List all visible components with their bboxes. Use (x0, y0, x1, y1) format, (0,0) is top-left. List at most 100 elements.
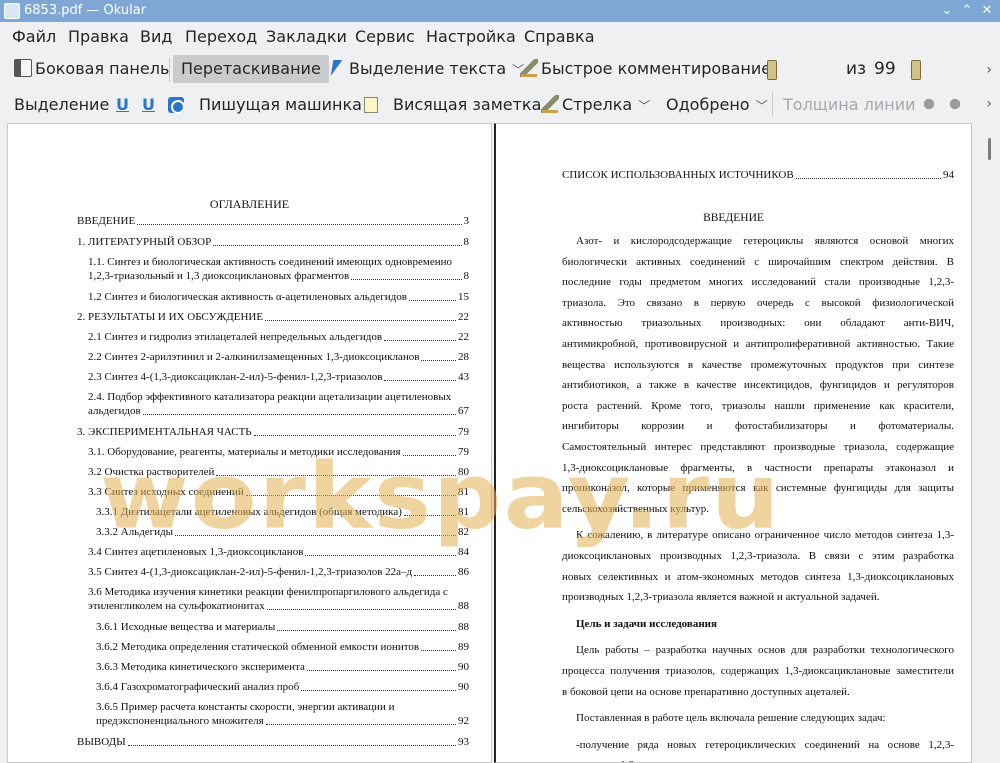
browse-tool-button[interactable]: Перетаскивание (173, 55, 329, 83)
toc-entry[interactable]: 3.3 Синтез исходных соединений 81 (88, 485, 469, 499)
menu-edit[interactable]: Правка (68, 27, 129, 47)
text-select-label: Выделение текста (349, 59, 507, 78)
title-bar: 6853.pdf — Okular ⌄ ⌃ ✕ (0, 0, 1000, 22)
intro-text-line: триазола. Это связано в первую очередь с… (562, 296, 954, 309)
toolbar-overflow-icon[interactable]: › (986, 62, 992, 78)
quick-annotation-button[interactable]: Быстрое комментирование (516, 55, 775, 83)
window-title: 6853.pdf — Okular (24, 3, 147, 18)
intro-text-line: биологически активных соединений с широч… (562, 255, 954, 268)
toc-entry-sources[interactable]: СПИСОК ИСПОЛЬЗОВАННЫХ ИСТОЧНИКОВ 94 (562, 168, 954, 182)
page-total-label: 99 (874, 59, 896, 79)
toc-entry[interactable]: 3.6.4 Газохроматографический анализ проб… (96, 680, 469, 694)
typewriter-button[interactable]: Пишущая машинка (195, 91, 366, 119)
toc-entry-line[interactable]: 3.6.5 Пример расчета константы скорости,… (96, 700, 394, 714)
toolbar-separator (772, 92, 773, 116)
toc-entry[interactable]: 3. ЭКСПЕРИМЕНТАЛЬНАЯ ЧАСТЬ 79 (77, 425, 469, 439)
squiggly-button[interactable]: U (138, 91, 159, 119)
intro-text-line: К сожалению, в литературе описано ограни… (576, 529, 954, 542)
squiggly-underline-icon: U (142, 95, 155, 114)
intro-text-line: диоксоциклановых производных 1,2,3-триаз… (562, 550, 954, 562)
toolbar-overflow-icon[interactable]: › (986, 96, 992, 112)
menu-view[interactable]: Вид (140, 27, 172, 47)
menu-bookmarks[interactable]: Закладки (266, 27, 347, 47)
pen-icon (520, 59, 538, 77)
toc-entry[interactable]: предэкспоненциального множителя 92 (96, 714, 469, 728)
menu-tools[interactable]: Сервис (355, 27, 415, 47)
quick-annotation-label: Быстрое комментирование (541, 59, 772, 78)
highlight-button[interactable]: Выделение (10, 91, 113, 119)
toc-entry[interactable]: 2.1 Синтез и гидролиз этилацеталей непре… (88, 330, 469, 344)
minimize-icon[interactable]: ⌄ (938, 2, 956, 20)
toc-entry[interactable]: 3.6.2 Методика определения статической о… (96, 640, 469, 654)
toc-entry[interactable]: 2.2 Синтез 2-арилэтинил и 2-алкинилзамещ… (88, 350, 469, 364)
stamp-button[interactable]: Одобрено ﹀ (662, 91, 772, 119)
intro-text-line: сельскохозяйственных культур. (562, 502, 709, 515)
document-view[interactable]: ОГЛАВЛЕНИЕ ВВЕДЕНИЕ 3 1. ЛИТЕРАТУРНЫЙ ОБЗ… (0, 120, 1000, 763)
intro-text-line: вещества используются в качестве промежу… (562, 358, 954, 371)
strikeout-button[interactable] (164, 91, 191, 119)
cursor-icon (328, 59, 346, 77)
next-page-icon[interactable] (911, 60, 921, 80)
toc-entry[interactable]: 3.5 Синтез 4-(1,3-диоксациклан-2-ил)-5-ф… (88, 565, 469, 579)
intro-text-line: -получение ряда новых гетероциклических … (576, 738, 954, 751)
intro-text-line: производных 1,2,3-триазола является важн… (562, 591, 880, 604)
chevron-down-icon: ﹀ (755, 99, 768, 113)
arrow-tool-label: Стрелка (562, 95, 633, 114)
intro-text-line: Поставленная в работе цель включала реше… (576, 712, 886, 725)
underline-button[interactable]: U (112, 91, 133, 119)
toc-entry[interactable]: 3.3.2 Альдегиды 82 (96, 525, 469, 539)
line-width-button[interactable]: Толщина линии (779, 91, 920, 119)
menu-bar: Файл Правка Вид Переход Закладки Сервис … (0, 22, 1000, 52)
intro-text-line: последние годы предметом многих исследов… (562, 276, 954, 289)
note-icon (364, 97, 378, 113)
menu-settings[interactable]: Настройка (426, 27, 516, 47)
toc-entry[interactable]: 1.2 Синтез и биологическая активность α-… (88, 290, 469, 304)
intro-text-line: активностью триазольных производных: они… (562, 317, 954, 330)
annotation-toolbar: Выделение U U Пишущая машинка Висящая за… (0, 88, 1000, 120)
note-button[interactable] (360, 91, 385, 119)
intro-text-line: пропиконазол, которые применяются как си… (562, 482, 954, 495)
paint-icon (920, 95, 938, 113)
close-icon[interactable]: ✕ (978, 2, 996, 20)
toc-entry-line[interactable]: 2.4. Подбор эффективного катализатора ре… (88, 390, 451, 404)
arrow-tool-button[interactable]: Стрелка ﹀ (537, 91, 654, 119)
vertical-scrollbar[interactable] (976, 120, 1000, 763)
fill-icon (946, 95, 964, 113)
toc-entry[interactable]: 3.3.1 Диэтилацетали ацетиленовых альдеги… (96, 505, 469, 519)
toc-entry[interactable]: 1. ЛИТЕРАТУРНЫЙ ОБЗОР 8 (77, 235, 469, 249)
toc-entry[interactable]: 3.4 Синтез ацетиленовых 1,3-диоксоциклан… (88, 545, 469, 559)
sticky-note-button[interactable]: Висящая заметка (389, 91, 545, 119)
toc-entry[interactable]: ВВЕДЕНИЕ 3 (77, 214, 469, 228)
toc-entry[interactable]: 3.6.3 Методика кинетического эксперимент… (96, 660, 469, 674)
toc-entry[interactable]: 2. РЕЗУЛЬТАТЫ И ИХ ОБСУЖДЕНИЕ 22 (77, 310, 469, 324)
toc-entry-line[interactable]: 3.6 Методика изучения кинетики реакции ф… (88, 585, 448, 599)
fill-button[interactable] (942, 91, 971, 119)
toc-entry[interactable]: 1,2,3-триазольный и 1,3 диоксоциклановых… (88, 269, 469, 283)
toc-entry[interactable]: 3.6.1 Исходные вещества и материалы 88 (96, 620, 469, 634)
underline-icon: U (116, 95, 129, 114)
chevron-down-icon: ﹀ (638, 99, 651, 113)
scroll-handle[interactable] (988, 138, 991, 160)
intro-text-line: новых селективных и атом-экономных метод… (562, 570, 954, 583)
intro-text-line: Цель работы – разработка научных основ д… (576, 644, 954, 657)
pdf-page-right: СПИСОК ИСПОЛЬЗОВАННЫХ ИСТОЧНИКОВ 94 ВВЕДЕ… (494, 123, 972, 763)
color-button[interactable] (916, 91, 945, 119)
toc-entry[interactable]: 2.3 Синтез 4-(1,3-диоксациклан-2-ил)-5-ф… (88, 370, 469, 384)
toc-entry[interactable]: ВЫВОДЫ 93 (77, 735, 469, 749)
menu-go[interactable]: Переход (185, 27, 257, 47)
goal-heading: Цель и задачи исследования (576, 617, 717, 630)
toc-entry[interactable]: 3.1. Оборудование, реагенты, материалы и… (88, 445, 469, 459)
intro-text-line: ингибиторы коррозии и фотостабилизаторы … (562, 420, 954, 433)
menu-file[interactable]: Файл (12, 27, 56, 47)
toc-entry-line[interactable]: 1.1. Синтез и биологическая активность с… (88, 255, 452, 269)
toc-entry[interactable]: этиленгликолем на сульфокатионитах 88 (88, 599, 469, 613)
stamp-label: Одобрено (666, 95, 750, 114)
text-select-button[interactable]: Выделение текста ﹀ (324, 55, 528, 83)
maximize-icon[interactable]: ⌃ (958, 2, 976, 20)
intro-text-line: процесса получения триазолов, содержащих… (562, 665, 954, 677)
menu-help[interactable]: Справка (524, 27, 595, 47)
sidebar-button[interactable]: Боковая панель (10, 55, 173, 83)
toc-entry[interactable]: альдегидов 67 (88, 404, 469, 418)
previous-page-icon[interactable] (767, 60, 777, 80)
toc-entry[interactable]: 3.2 Очистка растворителей 80 (88, 465, 469, 479)
